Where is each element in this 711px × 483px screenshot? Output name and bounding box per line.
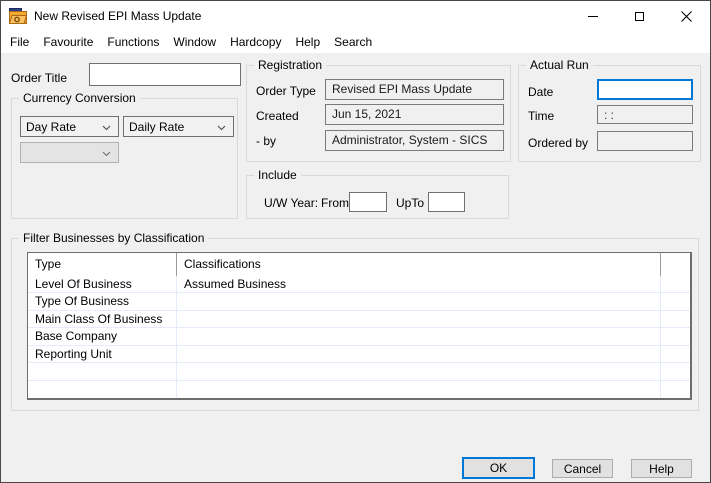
menu-favourite[interactable]: Favourite (36, 31, 100, 53)
menu-search[interactable]: Search (327, 31, 379, 53)
rate-type-value: Day Rate (26, 120, 76, 134)
table-row[interactable] (28, 363, 690, 380)
column-header-type[interactable]: Type (28, 253, 177, 276)
uw-year-from-input[interactable] (349, 192, 387, 212)
menu-window[interactable]: Window (166, 31, 223, 53)
close-icon[interactable] (663, 1, 710, 31)
dialog-new-revised-epi-mass-update: New Revised EPI Mass Update File Favouri… (0, 0, 711, 483)
actual-run-title: Actual Run (526, 58, 593, 72)
chevron-down-icon (102, 120, 111, 134)
from-label: From (321, 196, 349, 210)
ok-button[interactable]: OK (462, 457, 535, 479)
help-button[interactable]: Help (631, 459, 692, 478)
date-input[interactable] (597, 79, 693, 100)
ordered-by-field (597, 131, 693, 151)
table-row[interactable]: Level Of Business Assumed Business (28, 276, 690, 293)
window-controls (569, 1, 710, 31)
classifications-cell (177, 381, 661, 398)
created-by-label: - by (256, 134, 276, 148)
classifications-cell: Assumed Business (177, 276, 661, 292)
created-label: Created (256, 109, 299, 123)
app-folder-icon (9, 8, 27, 24)
type-cell: Main Class Of Business (28, 311, 177, 327)
table-row[interactable]: Base Company (28, 328, 690, 345)
classifications-cell (177, 328, 661, 344)
menu-file[interactable]: File (3, 31, 36, 53)
menu-help[interactable]: Help (288, 31, 327, 53)
table-row[interactable] (28, 381, 690, 398)
table-header-row: Type Classifications (28, 253, 690, 276)
cancel-button[interactable]: Cancel (552, 459, 613, 478)
type-cell (28, 363, 177, 379)
order-title-input[interactable] (89, 63, 241, 86)
created-by-field: Administrator, System - SICS (325, 130, 504, 151)
classification-table: Type Classifications Level Of Business A… (27, 252, 692, 400)
classifications-cell (177, 311, 661, 327)
column-header-classifications[interactable]: Classifications (177, 253, 661, 276)
classifications-cell (177, 293, 661, 309)
order-type-label: Order Type (256, 84, 316, 98)
upto-label: UpTo (396, 196, 424, 210)
ordered-by-label: Ordered by (528, 136, 588, 150)
order-title-label: Order Title (11, 71, 67, 85)
rate-basis-value: Daily Rate (129, 120, 184, 134)
uw-year-label: U/W Year: (264, 196, 318, 210)
include-title: Include (254, 168, 301, 182)
created-field: Jun 15, 2021 (325, 104, 504, 125)
menu-functions[interactable]: Functions (100, 31, 166, 53)
column-header-spacer (661, 253, 690, 276)
maximize-icon[interactable] (616, 1, 663, 31)
window-title: New Revised EPI Mass Update (34, 9, 201, 23)
table-row[interactable]: Type Of Business (28, 293, 690, 310)
type-cell: Reporting Unit (28, 346, 177, 362)
table-row[interactable]: Reporting Unit (28, 346, 690, 363)
chevron-down-icon (102, 146, 111, 160)
titlebar: New Revised EPI Mass Update (1, 1, 710, 31)
classifications-cell (177, 363, 661, 379)
time-label: Time (528, 109, 554, 123)
type-cell (28, 381, 177, 398)
classifications-cell (177, 346, 661, 362)
rate-basis-dropdown[interactable]: Daily Rate (123, 116, 234, 137)
type-cell: Type Of Business (28, 293, 177, 309)
filter-businesses-title: Filter Businesses by Classification (19, 231, 208, 245)
minimize-icon[interactable] (569, 1, 616, 31)
currency-conversion-title: Currency Conversion (19, 91, 140, 105)
type-cell: Level Of Business (28, 276, 177, 292)
table-row[interactable]: Main Class Of Business (28, 311, 690, 328)
order-type-field: Revised EPI Mass Update (325, 79, 504, 100)
time-field: : : (597, 105, 693, 124)
chevron-down-icon (217, 120, 226, 134)
type-cell: Base Company (28, 328, 177, 344)
rate-type-dropdown[interactable]: Day Rate (20, 116, 119, 137)
registration-title: Registration (254, 58, 326, 72)
uw-year-upto-input[interactable] (428, 192, 465, 212)
currency-third-dropdown (20, 142, 119, 163)
date-label: Date (528, 85, 553, 99)
menu-hardcopy[interactable]: Hardcopy (223, 31, 288, 53)
menubar: File Favourite Functions Window Hardcopy… (1, 31, 710, 53)
